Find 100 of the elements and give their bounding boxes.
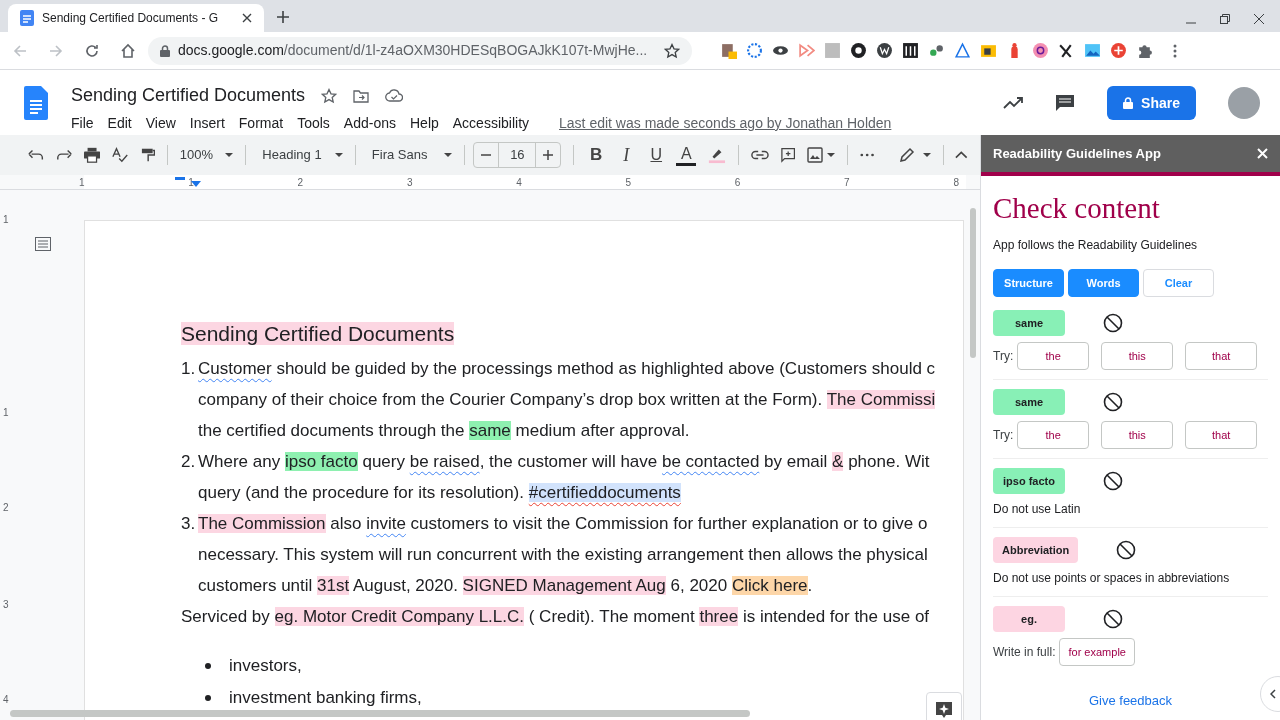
star-icon[interactable] — [664, 42, 680, 59]
more-icon[interactable] — [860, 153, 875, 157]
term-tag: ipso facto — [993, 468, 1065, 495]
ruler-number: 6 — [734, 175, 741, 190]
ruler-number: 7 — [844, 175, 850, 190]
list-number: 3. — [181, 512, 197, 535]
close-icon[interactable] — [1254, 14, 1264, 24]
caret-icon — [922, 153, 931, 157]
menu-item[interactable]: View — [145, 113, 176, 134]
suggestion-button[interactable]: that — [1185, 342, 1258, 371]
suggestion-button[interactable]: the — [1017, 421, 1090, 450]
indent-marker[interactable] — [175, 177, 185, 180]
list-item-text: query (and the procedure for its resolution). #certifieddocuments — [198, 481, 681, 504]
close-icon[interactable] — [242, 13, 252, 23]
paragraph-text: Serviced by eg. Motor Credit Company L.L.C. ( Credit). The moment three is intended for the use of — [181, 606, 930, 629]
menu-item[interactable]: File — [71, 113, 94, 134]
redo-icon[interactable] — [56, 149, 73, 161]
feedback-link[interactable]: Give feedback — [1088, 690, 1173, 710]
menu-item[interactable]: Accessibility — [452, 113, 530, 134]
more-icon[interactable] — [1173, 43, 1177, 58]
suggestion-button[interactable]: this — [1101, 421, 1174, 450]
menu-item[interactable]: Add-ons — [343, 113, 396, 134]
font-dropdown[interactable]: Fira Sans — [371, 145, 453, 165]
zoom-dropdown[interactable]: 100% — [179, 145, 234, 165]
last-edit-link[interactable]: Last edit was made seconds ago by Jonathan Holden — [559, 113, 892, 134]
collapse-icon[interactable] — [955, 151, 968, 159]
docs-logo-icon[interactable] — [24, 86, 48, 120]
document-heading: Sending Certified Documents — [181, 320, 455, 347]
home-icon[interactable] — [120, 42, 136, 59]
chevron-left-icon — [1270, 689, 1276, 699]
menu-item[interactable]: Format — [238, 113, 284, 134]
link-icon[interactable] — [751, 150, 769, 160]
advice-text: Do not use points or spaces in abbreviations — [993, 570, 1231, 588]
browser-tab[interactable]: Sending Certified Documents - G — [8, 4, 264, 32]
underline-button[interactable]: U — [646, 143, 667, 167]
outline-icon[interactable] — [35, 237, 51, 251]
ruler-number: 3 — [3, 598, 9, 612]
ruler-number: 4 — [516, 175, 522, 190]
horizontal-scrollbar[interactable] — [10, 710, 750, 717]
style-dropdown[interactable]: Heading 1 — [262, 145, 343, 165]
address-field[interactable]: docs.google.com/document/d/1l-z4aOXM30HDESqBOGAJkK107t-MwjHe... — [148, 36, 692, 65]
extension-icon[interactable] — [928, 42, 945, 59]
extension-icon[interactable] — [902, 42, 919, 59]
puzzle-icon[interactable] — [1136, 42, 1153, 59]
ban-icon[interactable] — [1103, 609, 1123, 630]
folder-icon[interactable] — [353, 88, 370, 103]
bold-button[interactable]: B — [586, 142, 607, 168]
ruler-number: 1 — [3, 406, 9, 420]
share-button[interactable]: Share — [1107, 86, 1196, 120]
ban-icon[interactable] — [1103, 471, 1123, 492]
star-icon[interactable] — [321, 87, 338, 104]
extension-icon[interactable] — [850, 42, 867, 59]
suggestion-button[interactable]: for example — [1059, 638, 1135, 667]
suggestion-label: Try: — [993, 427, 1014, 445]
document-icon — [20, 10, 34, 26]
explore-button[interactable] — [926, 692, 962, 720]
suggestion-button[interactable]: this — [1101, 342, 1174, 371]
extension-icon[interactable] — [1032, 42, 1049, 59]
minus-icon[interactable] — [481, 154, 492, 156]
cloud-icon[interactable] — [385, 89, 404, 102]
list-item-text: Customer should be guided by the processings method as highlighted above (Customers should c — [198, 357, 936, 380]
extension-icon[interactable] — [876, 42, 893, 59]
suggestion-button[interactable]: that — [1185, 421, 1258, 450]
add-comment-icon[interactable] — [781, 147, 796, 163]
suggestion-label: Write in full: — [993, 644, 1056, 662]
comment-icon[interactable] — [1055, 94, 1076, 112]
plus-icon[interactable] — [543, 150, 554, 160]
list-item-text: investment banking firms, — [229, 687, 422, 710]
pencil-icon — [898, 147, 915, 163]
caret-icon — [224, 153, 233, 157]
extension-icon[interactable] — [980, 42, 997, 59]
spellcheck-icon[interactable] — [112, 147, 129, 163]
menu-item[interactable]: Edit — [107, 113, 132, 134]
trending-icon[interactable] — [1003, 97, 1024, 109]
undo-icon[interactable] — [28, 149, 45, 161]
caret-icon — [334, 153, 343, 157]
ban-icon[interactable] — [1103, 392, 1123, 413]
text-color-button[interactable]: A — [676, 144, 697, 166]
scrollbar[interactable] — [970, 208, 976, 358]
menu-item[interactable]: Insert — [189, 113, 225, 134]
ruler-number: 1 — [188, 175, 194, 190]
print-icon[interactable] — [84, 147, 101, 163]
insert-image-dropdown[interactable] — [807, 147, 836, 163]
term-tag: same — [993, 389, 1065, 416]
menu-item[interactable]: Tools — [297, 113, 330, 134]
ban-icon[interactable] — [1116, 540, 1137, 561]
editing-mode-dropdown[interactable] — [898, 147, 931, 163]
restore-icon[interactable] — [1220, 14, 1230, 24]
document-title[interactable]: Sending Certified Documents — [71, 82, 306, 109]
menu-item[interactable]: Help — [410, 113, 439, 134]
ruler-number: 2 — [297, 175, 304, 190]
suggestion-button[interactable]: the — [1017, 342, 1090, 371]
ban-icon[interactable] — [1103, 313, 1123, 334]
panel-heading: Check content — [993, 191, 1161, 226]
paint-format-icon[interactable] — [140, 147, 155, 163]
new-tab-icon[interactable] — [276, 10, 290, 24]
reload-icon[interactable] — [84, 42, 100, 59]
ruler-number: 2 — [3, 501, 9, 515]
avatar[interactable] — [1228, 87, 1260, 119]
italic-button[interactable]: I — [616, 141, 637, 169]
